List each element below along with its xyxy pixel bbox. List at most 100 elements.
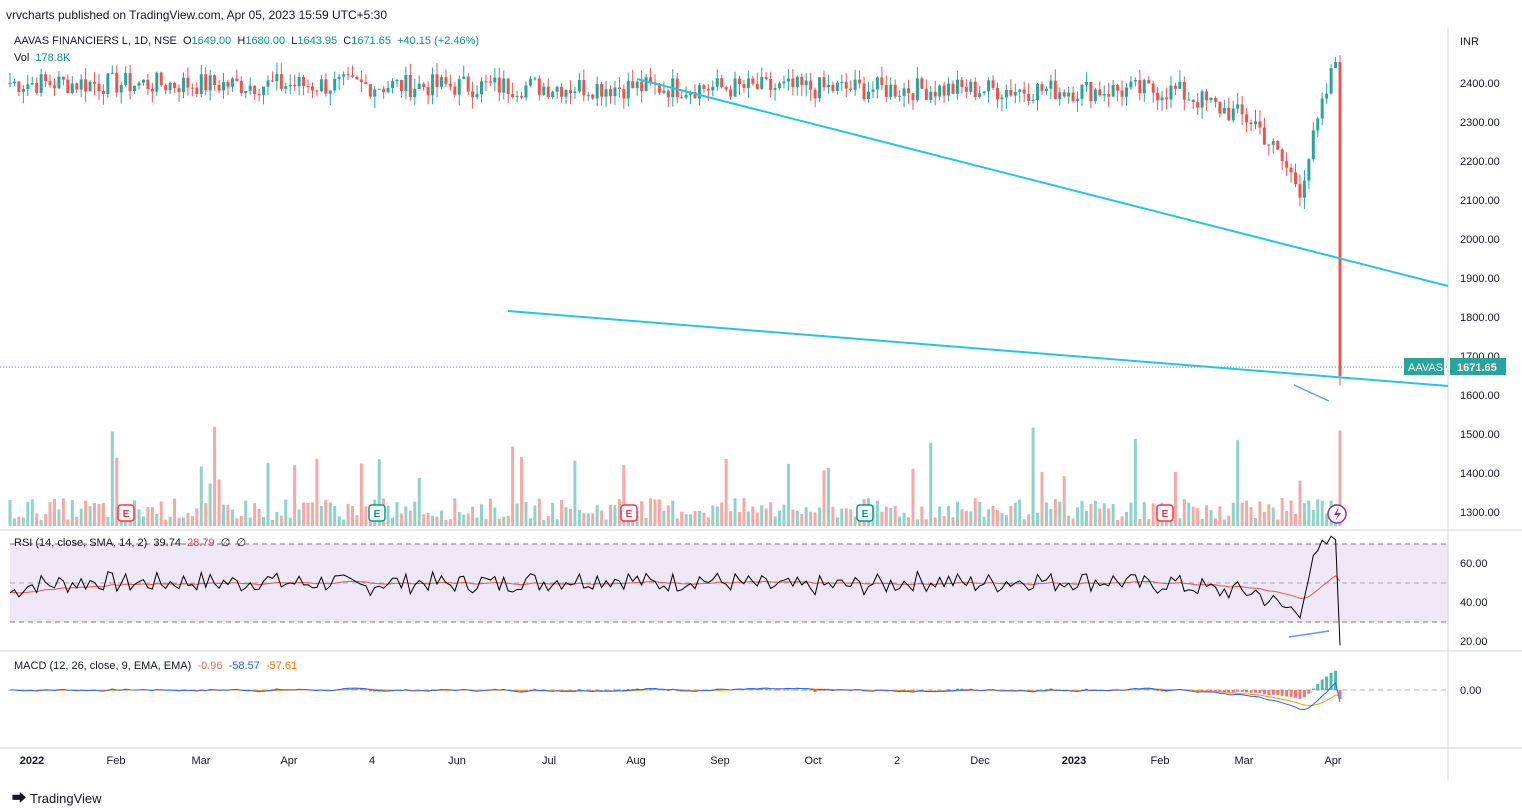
candle-body bbox=[1076, 98, 1080, 102]
candle-body bbox=[1253, 121, 1257, 125]
time-tick: Apr bbox=[280, 755, 297, 767]
macd-hist-bar bbox=[600, 690, 604, 691]
volume-bar bbox=[662, 510, 666, 526]
candle-body bbox=[373, 89, 377, 97]
time-tick: Feb bbox=[1151, 755, 1170, 767]
candle-body bbox=[1062, 92, 1066, 97]
candle-body bbox=[351, 75, 355, 77]
candle-body bbox=[546, 86, 550, 98]
candle-body bbox=[791, 78, 795, 88]
volume-bar bbox=[893, 505, 897, 526]
candle-body bbox=[377, 88, 381, 90]
candle-body bbox=[186, 77, 190, 88]
volume-bar bbox=[947, 505, 951, 526]
lightning-icon[interactable] bbox=[1327, 504, 1347, 524]
legend-rsi-ma: 28.79 bbox=[187, 537, 215, 549]
candle-body bbox=[1334, 62, 1338, 69]
tradingview-logo[interactable]: ⮕ TradingView bbox=[12, 788, 102, 808]
candle-body bbox=[511, 94, 515, 98]
candle-body bbox=[1245, 114, 1249, 123]
candle-body bbox=[951, 83, 955, 94]
volume-bar bbox=[359, 463, 363, 526]
candle-body bbox=[1067, 92, 1071, 97]
volume-bar bbox=[1000, 513, 1004, 526]
volume-bar bbox=[533, 505, 537, 526]
volume-bar bbox=[542, 519, 546, 526]
candle-body bbox=[391, 81, 395, 88]
candle-body bbox=[911, 93, 915, 101]
volume-bar bbox=[782, 504, 786, 526]
volume-bar bbox=[342, 519, 346, 526]
volume-bar bbox=[831, 506, 835, 526]
candle-body bbox=[778, 83, 782, 89]
price-tick: 2300.00 bbox=[1460, 117, 1500, 129]
volume-bar bbox=[141, 516, 145, 526]
volume-bar bbox=[844, 508, 848, 526]
macd-hist-bar bbox=[1325, 676, 1329, 690]
candle-body bbox=[1320, 98, 1324, 119]
volume-bar bbox=[431, 515, 435, 526]
candle-body bbox=[969, 81, 973, 92]
volume-bar bbox=[1173, 472, 1177, 526]
volume-bar bbox=[1076, 507, 1080, 526]
candle-body bbox=[1285, 161, 1289, 168]
volume-bar bbox=[79, 508, 83, 526]
volume-bar bbox=[938, 506, 942, 526]
chart-canvas[interactable]: EEEEE INR 2400.002300.002200.002100.0020… bbox=[0, 0, 1522, 810]
volume-bar bbox=[248, 517, 252, 526]
volume-bar bbox=[1116, 519, 1120, 526]
candle-body bbox=[1307, 159, 1311, 181]
volume-bar bbox=[1004, 514, 1008, 526]
volume-bar bbox=[973, 498, 977, 526]
volume-bar bbox=[773, 516, 777, 526]
candle-body bbox=[270, 80, 274, 82]
volume-bar bbox=[52, 498, 56, 526]
volume-bar bbox=[310, 502, 314, 526]
candle-body bbox=[577, 79, 581, 92]
candle-body bbox=[1222, 107, 1226, 114]
candle-body bbox=[1258, 121, 1262, 128]
candle-body bbox=[48, 81, 52, 86]
legend-vol: 178.8K bbox=[35, 52, 71, 64]
volume-bar bbox=[1298, 480, 1302, 526]
candle-body bbox=[800, 76, 804, 86]
macd-hist-bar bbox=[564, 690, 568, 691]
time-tick: Jul bbox=[542, 755, 556, 767]
candle-body bbox=[1071, 92, 1075, 102]
candle-body bbox=[70, 83, 74, 94]
volume-bar bbox=[911, 468, 915, 526]
macd-hist-bar bbox=[951, 689, 955, 691]
candle-body bbox=[853, 79, 857, 90]
volume-bar bbox=[1151, 503, 1155, 526]
candle-body bbox=[1111, 84, 1115, 97]
candle-body bbox=[164, 85, 168, 91]
volume-bar bbox=[1280, 498, 1284, 526]
svg-text:E: E bbox=[862, 509, 869, 520]
candle-body bbox=[746, 78, 750, 88]
candle-body bbox=[622, 89, 626, 99]
candle-body bbox=[1169, 85, 1173, 100]
candle-body bbox=[1018, 89, 1022, 92]
candle-body bbox=[364, 82, 368, 85]
price-tick: 2400.00 bbox=[1460, 78, 1500, 90]
macd-hist-bar bbox=[1285, 690, 1289, 697]
candle-body bbox=[173, 82, 177, 88]
price-tick: 2200.00 bbox=[1460, 156, 1500, 168]
candle-body bbox=[1102, 93, 1106, 96]
time-tick: Mar bbox=[192, 755, 211, 767]
candle-body bbox=[226, 81, 230, 87]
tradingview-icon: ⮕ bbox=[12, 790, 26, 806]
price-tick: 1800.00 bbox=[1460, 312, 1500, 324]
volume-bar bbox=[306, 503, 310, 526]
candle-body bbox=[1124, 87, 1128, 97]
volume-bar bbox=[751, 506, 755, 526]
macd-hist-bar bbox=[786, 689, 790, 690]
volume-bar bbox=[21, 517, 25, 526]
time-tick: 2022 bbox=[20, 755, 44, 767]
volume-bar bbox=[1129, 502, 1133, 526]
candle-body bbox=[1000, 97, 1004, 100]
candle-body bbox=[386, 87, 390, 93]
macd-hist-bar bbox=[1316, 683, 1320, 690]
volume-bar bbox=[346, 503, 350, 526]
volume-bar bbox=[875, 500, 879, 526]
